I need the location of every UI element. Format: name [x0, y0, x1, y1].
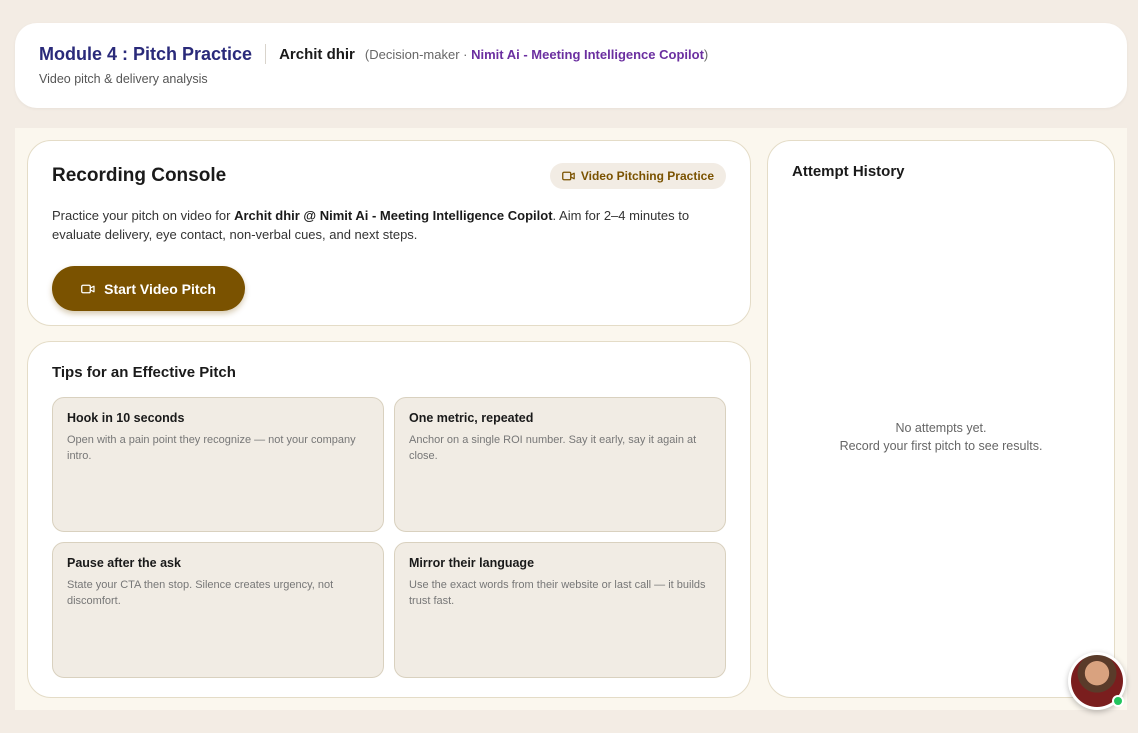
role-close: ) [703, 46, 709, 62]
tip-text: State your CTA then stop. Silence create… [67, 579, 334, 607]
tip-card: Mirror their language Use the exact word… [394, 542, 726, 678]
start-video-pitch-button[interactable]: Start Video Pitch [52, 266, 245, 311]
page-header: Module 4 : Pitch Practice Archit dhir (D… [15, 23, 1127, 108]
desc-prefix: Practice your pitch on video for [52, 208, 235, 223]
history-empty-state: No attempts yet. Record your first pitch… [768, 419, 1114, 455]
header-divider [265, 44, 267, 64]
online-status-dot [1112, 695, 1124, 707]
video-camera-icon [561, 171, 575, 181]
history-title: Attempt History [792, 163, 905, 180]
company-name: Nimit Ai - Meeting Intelligence Copilot [471, 46, 704, 62]
start-button-label: Start Video Pitch [104, 280, 216, 297]
tip-title: Mirror their language [409, 556, 535, 570]
tip-text: Anchor on a single ROI number. Say it ea… [409, 434, 697, 462]
empty-line-1: No attempts yet. [895, 421, 987, 435]
video-practice-badge: Video Pitching Practice [549, 163, 726, 189]
console-title: Recording Console [52, 165, 227, 186]
video-camera-icon [81, 284, 95, 294]
empty-line-2: Record your first pitch to see results. [839, 439, 1043, 453]
tip-title: Pause after the ask [67, 556, 181, 570]
module-title: Module 4 : Pitch Practice [39, 43, 253, 64]
tips-grid: Hook in 10 seconds Open with a pain poin… [52, 397, 726, 678]
page-subtitle: Video pitch & delivery analysis [39, 72, 208, 86]
tip-card: One metric, repeated Anchor on a single … [394, 397, 726, 532]
main-panel: Recording Console Video Pitching Practic… [15, 128, 1127, 710]
desc-prospect: Archit dhir @ Nimit Ai - Meeting Intelli… [234, 208, 553, 223]
badge-label: Video Pitching Practice [580, 169, 714, 183]
attempt-history-card: Attempt History No attempts yet. Record … [767, 140, 1115, 698]
tip-text: Use the exact words from their website o… [409, 579, 706, 607]
tips-title: Tips for an Effective Pitch [52, 364, 236, 381]
header-title-row: Module 4 : Pitch Practice Archit dhir (D… [39, 44, 1103, 64]
tip-card: Pause after the ask State your CTA then … [52, 542, 384, 678]
console-description: Practice your pitch on video for Archit … [52, 206, 726, 244]
tips-card: Tips for an Effective Pitch Hook in 10 s… [27, 341, 751, 698]
tip-title: Hook in 10 seconds [67, 411, 185, 425]
console-header: Recording Console Video Pitching Practic… [52, 163, 726, 189]
role-text: (Decision-maker · [364, 46, 472, 62]
prospect-name: Archit dhir [279, 45, 355, 63]
tip-card: Hook in 10 seconds Open with a pain poin… [52, 397, 384, 532]
tip-title: One metric, repeated [409, 411, 534, 425]
tip-text: Open with a pain point they recognize — … [67, 434, 356, 462]
prospect-role: (Decision-maker · Nimit Ai - Meeting Int… [365, 47, 708, 62]
recording-console-card: Recording Console Video Pitching Practic… [27, 140, 751, 326]
user-avatar[interactable] [1068, 652, 1126, 710]
